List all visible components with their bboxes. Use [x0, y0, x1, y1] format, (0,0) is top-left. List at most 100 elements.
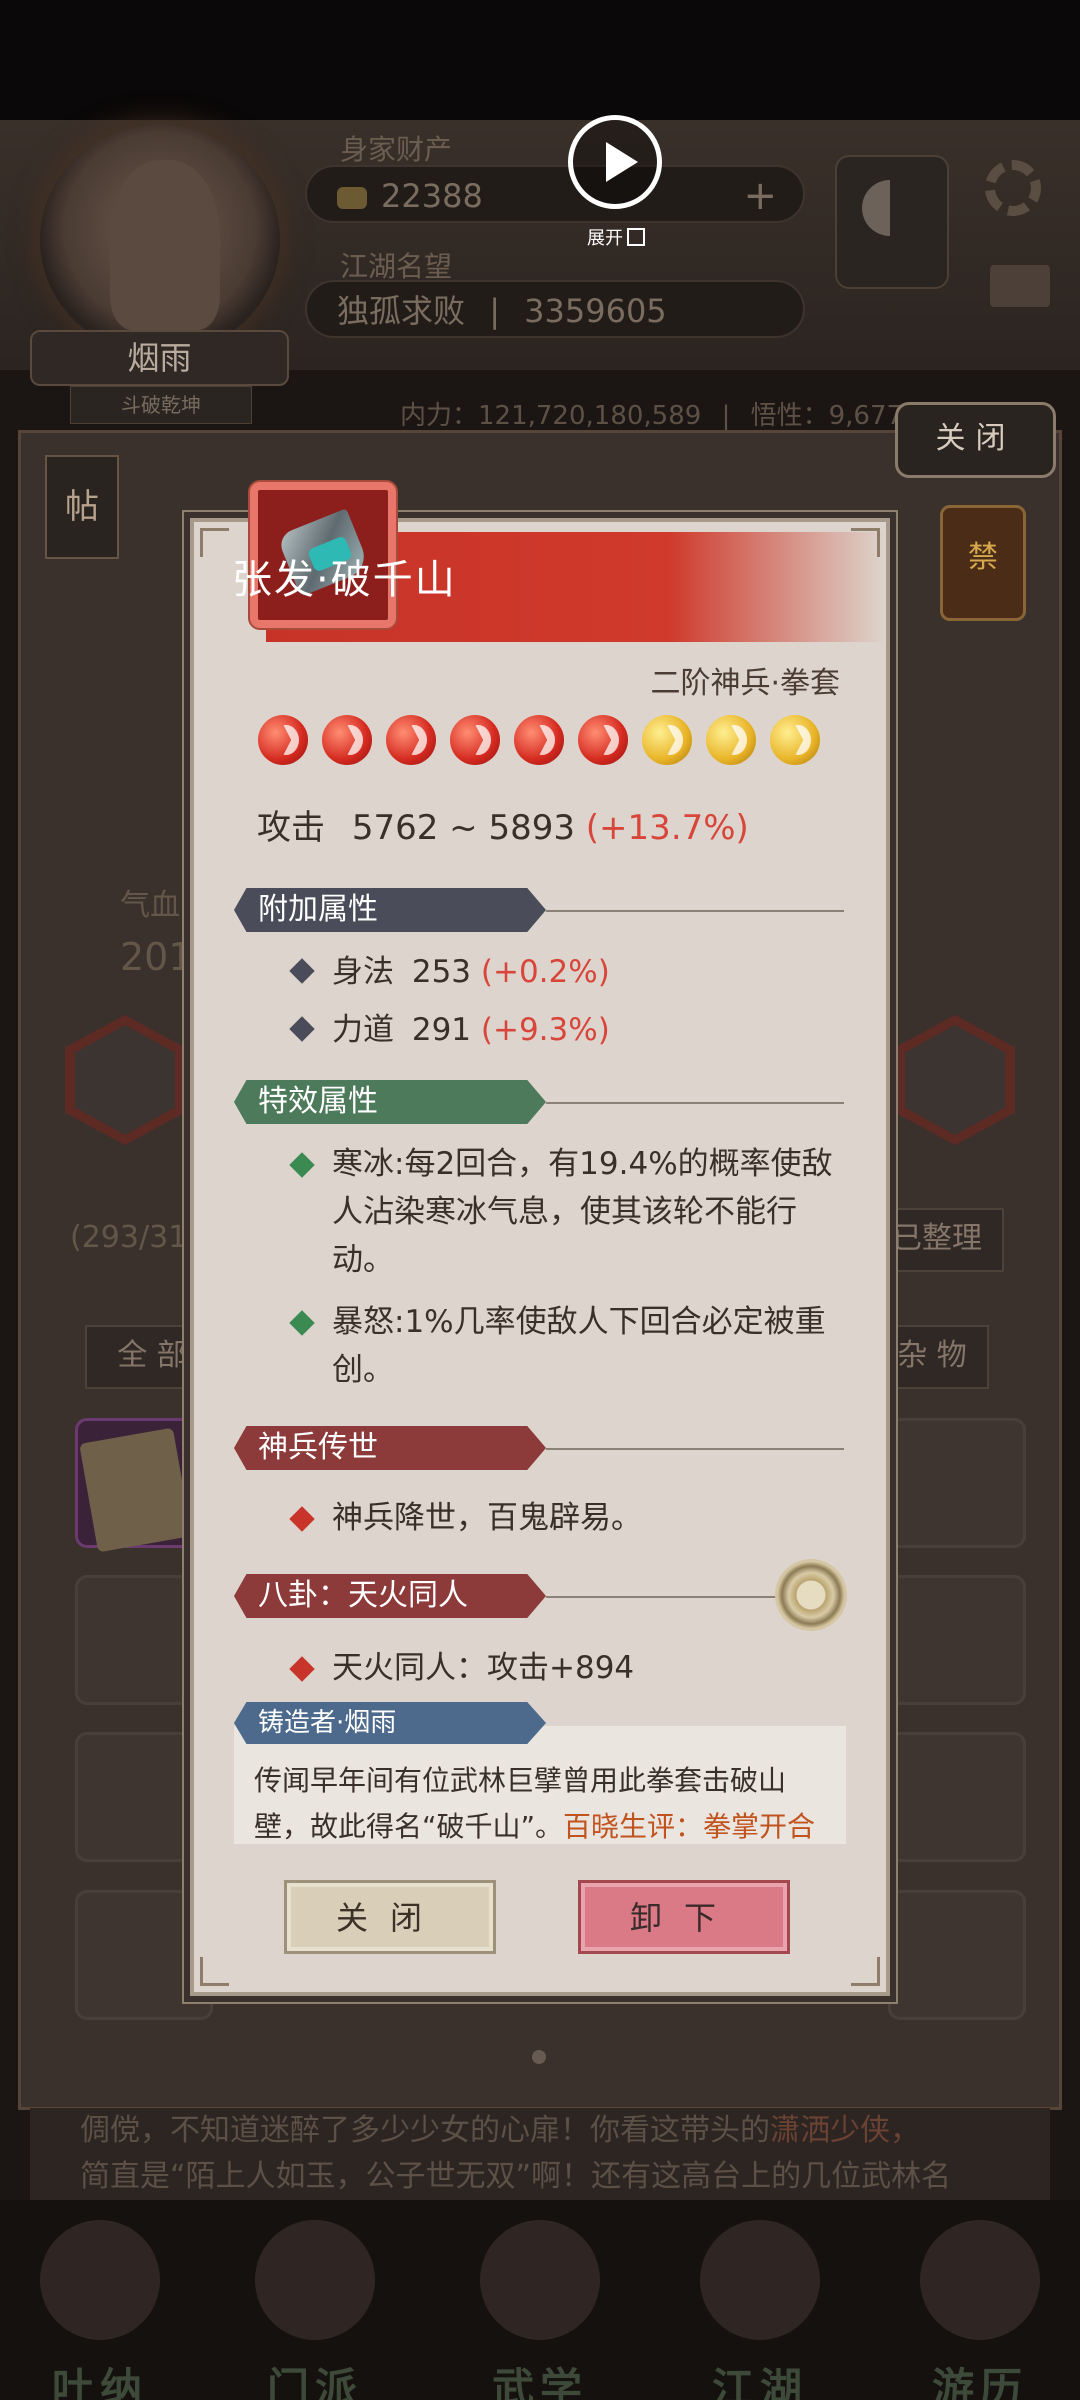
inner-power-stat: 内力：121,720,180,589 | 悟性：9,677	[400, 395, 903, 432]
story-line-1a: 倜傥，不知道迷醉了多少少女的心扉！你看这带头的	[80, 2113, 770, 2148]
youli-icon	[920, 2220, 1040, 2340]
divider: |	[489, 292, 500, 330]
nav-item-menpai[interactable]: 门派	[225, 2210, 405, 2400]
tab-misc[interactable]: 杂 物	[875, 1325, 989, 1389]
other-stat-value: 悟性：9,677	[750, 401, 904, 431]
ban-badge[interactable]: 禁	[940, 505, 1026, 621]
nav-label: 江湖	[711, 2364, 808, 2400]
inventory-slot[interactable]	[888, 1575, 1026, 1705]
item-description: 传闻早年间有位武林巨擘曾用此拳套击破山 壁，故此得名“破千山”。百晓生评：拳掌开…	[254, 1758, 839, 1850]
item-name: 张发·破千山	[232, 557, 457, 603]
inventory-slot[interactable]	[888, 1418, 1026, 1548]
section-divider	[546, 1596, 778, 1598]
plus-icon[interactable]: +	[743, 167, 777, 225]
forger-header: 铸造者·烟雨	[234, 1702, 546, 1744]
coins-box[interactable]: 22388 +	[305, 165, 805, 223]
fame-value: 3359605	[524, 292, 667, 330]
corner-ornament	[200, 528, 229, 557]
red-star-orb-icon	[578, 715, 628, 765]
attack-bonus: (+13.7%)	[585, 808, 749, 848]
page-dot	[532, 2050, 546, 2064]
section-divider	[546, 910, 844, 912]
gear-icon[interactable]	[985, 160, 1041, 216]
expand-button[interactable]: 展开	[578, 226, 654, 252]
close-button[interactable]: 关闭	[284, 1880, 496, 1954]
tie-button[interactable]: 帖	[45, 455, 119, 559]
nav-label: 吐纳	[51, 2364, 148, 2400]
bagua-text: 天火同人：攻击+894	[332, 1650, 635, 1686]
gold-star-orb-icon	[706, 715, 756, 765]
stat-divider: |	[721, 401, 731, 431]
corner-ornament	[851, 1957, 880, 1986]
nav-label: 游历	[931, 2364, 1028, 2400]
coins-value: 22388	[381, 177, 483, 215]
star-orbs	[258, 715, 848, 775]
yinyang-icon	[862, 180, 918, 236]
inventory-slot[interactable]	[888, 1890, 1026, 2020]
menpai-icon	[255, 2220, 375, 2340]
attr-bonus: (+9.3%)	[480, 1012, 610, 1048]
effect-line: 动。	[332, 1242, 394, 1278]
attack-stat: 攻击 5762 ~ 5893 (+13.7%)	[257, 800, 857, 849]
story-line-1: 倜傥，不知道迷醉了多少少女的心扉！你看这带头的潇洒少侠，	[80, 2113, 920, 2148]
nav-item-youli[interactable]: 游历	[890, 2210, 1070, 2400]
story-text: 倜傥，不知道迷醉了多少少女的心扉！你看这带头的潇洒少侠， 简直是“陌上人如玉，公…	[30, 2108, 1050, 2200]
review-text: 百晓生评：拳掌开合	[563, 1810, 816, 1843]
red-star-orb-icon	[258, 715, 308, 765]
extra-attr-header: 附加属性	[234, 888, 546, 932]
play-icon	[606, 142, 638, 182]
effect-line: 暴怒:1%几率使敌人下回合必定被重	[332, 1304, 826, 1340]
coin-icon	[337, 187, 367, 209]
jianghu-icon	[700, 2220, 820, 2340]
gold-star-orb-icon	[770, 715, 820, 765]
bag-count: (293/312	[70, 1220, 207, 1255]
attack-range: 5762 ~ 5893	[351, 808, 575, 848]
attr-value: 291	[411, 1012, 472, 1048]
effect-row: 暴怒:1%几率使敌人下回合必定被重 创。	[332, 1298, 826, 1394]
effect-attr-header: 特效属性	[234, 1080, 546, 1124]
scroll-item-icon	[79, 1427, 192, 1553]
attr-bonus: (+0.2%)	[480, 954, 610, 990]
corner-ornament	[200, 1957, 229, 1986]
red-star-orb-icon	[514, 715, 564, 765]
attr-name: 身法	[332, 954, 394, 990]
player-title: 斗破乾坤	[70, 386, 252, 424]
nav-label: 门派	[266, 2364, 363, 2400]
gold-star-orb-icon	[642, 715, 692, 765]
effect-line: 创。	[332, 1352, 394, 1388]
attr-name: 力道	[332, 1012, 394, 1048]
bagua-icon[interactable]	[778, 1562, 844, 1628]
description-line: 传闻早年间有位武林巨擘曾用此拳套击破山	[254, 1764, 787, 1797]
hp-label: 气血	[120, 888, 180, 923]
inventory-slot[interactable]	[888, 1732, 1026, 1862]
sort-button[interactable]: 已整理	[870, 1208, 1004, 1272]
nav-item-jianghu[interactable]: 江湖	[670, 2210, 850, 2400]
red-star-orb-icon	[386, 715, 436, 765]
effect-row: 寒冰:每2回合，有19.4%的概率使敌 人沾染寒冰气息，使其该轮不能行 动。	[332, 1140, 833, 1284]
inner-power-value: 内力：121,720,180,589	[400, 401, 702, 431]
mail-icon[interactable]	[990, 265, 1050, 307]
legend-text: 神兵降世，百鬼辟易。	[332, 1500, 642, 1536]
legend-header: 神兵传世	[234, 1426, 546, 1470]
status-bar	[0, 0, 1080, 120]
nav-label: 武学	[491, 2364, 588, 2400]
tuna-icon	[40, 2220, 160, 2340]
fame-rank: 独孤求败	[337, 292, 466, 330]
wuxue-icon	[480, 2220, 600, 2340]
unequip-button[interactable]: 卸下	[578, 1880, 790, 1954]
effect-line: 寒冰:每2回合，有19.4%的概率使敌	[332, 1146, 833, 1182]
red-star-orb-icon	[450, 715, 500, 765]
expand-label: 展开	[587, 228, 623, 249]
hp-value: 201	[120, 935, 193, 979]
expand-icon	[627, 228, 645, 246]
attack-label: 攻击	[257, 808, 325, 848]
fame-box: 独孤求败 | 3359605	[305, 280, 805, 338]
panel-close-button[interactable]: 关闭	[895, 402, 1056, 478]
nav-item-tuna[interactable]: 吐纳	[10, 2210, 190, 2400]
play-video-button[interactable]	[568, 115, 662, 209]
avatar[interactable]	[110, 160, 220, 330]
nav-item-wuxue[interactable]: 武学	[450, 2210, 630, 2400]
player-name: 烟雨	[30, 330, 289, 386]
story-line-2: 简直是“陌上人如玉，公子世无双”啊！还有这高台上的几位武林名	[80, 2159, 952, 2194]
section-divider	[546, 1448, 844, 1450]
